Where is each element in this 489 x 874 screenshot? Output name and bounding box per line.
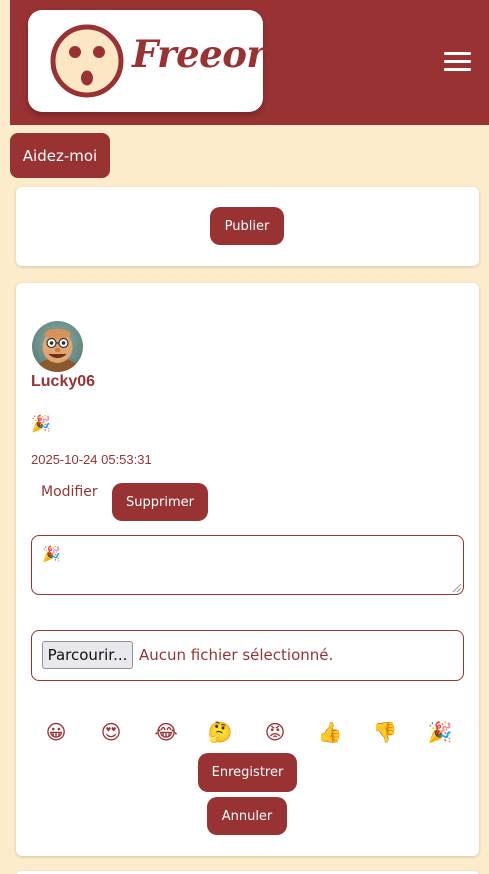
post-content: 🎉 (31, 414, 51, 433)
heart-eyes-emoji-icon[interactable]: 😍 (98, 719, 124, 745)
edit-textarea[interactable]: 🎉 (31, 535, 464, 595)
file-status-text: Aucun fichier sélectionné. (139, 646, 334, 664)
edit-textarea-value: 🎉 (42, 545, 61, 563)
delete-button[interactable]: Supprimer (112, 483, 208, 521)
help-button[interactable]: Aidez-moi (10, 133, 110, 178)
post-username[interactable]: Lucky06 (31, 373, 95, 391)
emoji-picker: 😀 😍 😂 🤔 😡 👍 👎 🎉 (43, 719, 463, 747)
brand-name: Freeora (132, 32, 289, 76)
brand-logo[interactable]: Freeora (28, 10, 289, 112)
tears-of-joy-emoji-icon[interactable]: 😂 (153, 719, 179, 745)
save-button[interactable]: Enregistrer (198, 753, 297, 792)
grinning-face-emoji-icon[interactable]: 😀 (43, 719, 69, 745)
party-popper-emoji-icon[interactable]: 🎉 (427, 719, 453, 745)
post-card: Lucky06 🎉 2025-10-24 05:53:31 Modifier S… (16, 283, 479, 856)
sad-face-logo-icon (50, 24, 124, 98)
modify-button[interactable]: Modifier (41, 484, 98, 500)
thinking-face-emoji-icon[interactable]: 🤔 (207, 719, 233, 745)
hamburger-menu-icon[interactable] (444, 52, 471, 72)
avatar[interactable] (32, 321, 83, 372)
resize-handle-icon[interactable] (453, 584, 461, 592)
publish-button[interactable]: Publier (210, 207, 284, 245)
file-input[interactable]: Parcourir... Aucun fichier sélectionné. (31, 630, 464, 681)
thumbs-down-emoji-icon[interactable]: 👎 (372, 719, 398, 745)
angry-face-emoji-icon[interactable]: 😡 (262, 719, 288, 745)
cancel-button[interactable]: Annuler (207, 797, 287, 835)
browse-button[interactable]: Parcourir... (42, 641, 133, 669)
post-timestamp: 2025-10-24 05:53:31 (31, 452, 152, 467)
composer-card: Publier (16, 187, 479, 266)
thumbs-up-emoji-icon[interactable]: 👍 (317, 719, 343, 745)
avatar-image (32, 321, 83, 372)
